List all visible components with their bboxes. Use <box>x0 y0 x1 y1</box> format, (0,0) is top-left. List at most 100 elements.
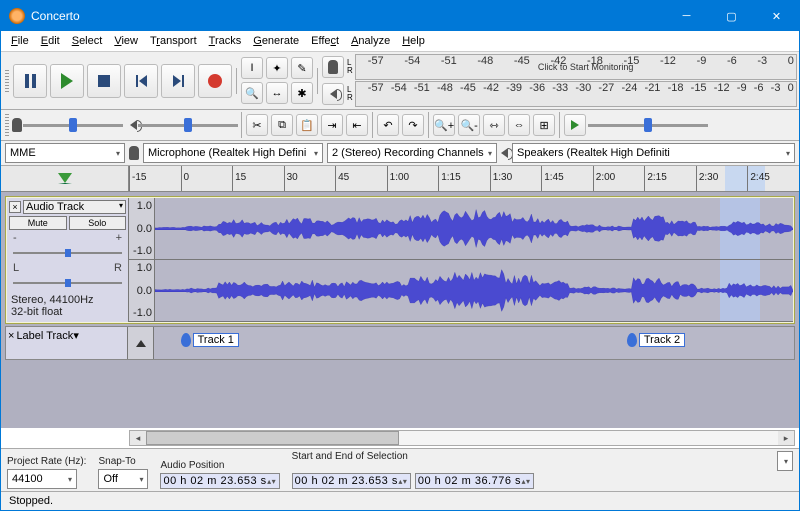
minimize-button[interactable]: ─ <box>664 1 709 31</box>
play-button[interactable] <box>50 64 84 98</box>
track-menu[interactable]: Label Track▾ <box>16 329 78 342</box>
skip-start-button[interactable] <box>124 64 158 98</box>
label-marker[interactable]: Track 1 <box>181 333 239 347</box>
recording-volume-slider[interactable] <box>23 117 123 133</box>
zoom-out-button[interactable]: 🔍- <box>458 114 480 136</box>
menu-transport[interactable]: Transport <box>144 33 203 49</box>
silence-button[interactable]: ⇤ <box>346 114 368 136</box>
timeline-tick: 1:45 <box>541 166 593 191</box>
mic-icon <box>12 118 22 132</box>
timeline-tick: 1:00 <box>387 166 439 191</box>
play-at-speed-button[interactable] <box>564 114 586 136</box>
audio-position-field[interactable]: 00 h 02 m 23.653 s▴▾ <box>160 473 279 489</box>
selection-label: Start and End of Selection <box>292 451 408 471</box>
skip-end-button[interactable] <box>161 64 195 98</box>
label-marker[interactable]: Track 2 <box>627 333 685 347</box>
playback-meter[interactable]: -57-54-51-48-45-42-39-36-33-30-27-24-21-… <box>355 81 797 107</box>
zoom-toggle-button[interactable]: ⊞ <box>533 114 555 136</box>
rec-meter-icon[interactable] <box>322 56 344 78</box>
menu-edit[interactable]: Edit <box>35 33 66 49</box>
track-close-button[interactable]: × <box>9 201 21 213</box>
timeline-tick: 1:15 <box>438 166 490 191</box>
undo-button[interactable]: ↶ <box>377 114 399 136</box>
selection-start-field[interactable]: 00 h 02 m 23.653 s▴▾ <box>292 473 411 489</box>
close-button[interactable]: ✕ <box>754 1 799 31</box>
app-icon <box>9 8 25 24</box>
zoom-tool[interactable]: 🔍 <box>241 82 263 104</box>
paste-button[interactable]: 📋 <box>296 114 318 136</box>
recording-device-combo[interactable]: Microphone (Realtek High Defini▾ <box>143 143 323 163</box>
menu-help[interactable]: Help <box>396 33 431 49</box>
timeshift-tool[interactable]: ↔ <box>266 82 288 104</box>
playback-volume-slider[interactable] <box>138 117 238 133</box>
copy-button[interactable]: ⧉ <box>271 114 293 136</box>
recording-meter[interactable]: -57-54-51-48-45-42 Click to Start Monito… <box>355 54 797 80</box>
menu-analyze[interactable]: Analyze <box>345 33 396 49</box>
timeline-tick: 2:15 <box>644 166 696 191</box>
playback-speed-slider[interactable] <box>588 117 708 133</box>
waveform-right[interactable]: 1.00.0-1.0 <box>129 260 793 322</box>
mic-icon <box>129 146 139 160</box>
timeline-tick: 2:30 <box>696 166 748 191</box>
label-pin-icon <box>627 333 637 347</box>
scroll-left-button[interactable]: ◂ <box>130 433 146 444</box>
timeline[interactable]: -1501530451:001:151:301:452:002:152:302:… <box>1 166 799 192</box>
track-menu[interactable]: Audio Track▾ <box>23 200 126 214</box>
fit-selection-button[interactable]: ⇿ <box>483 114 505 136</box>
track-close-button[interactable]: × <box>8 330 14 342</box>
waveform-left[interactable]: 1.00.0-1.0 <box>129 198 793 260</box>
cut-button[interactable]: ✂ <box>246 114 268 136</box>
project-rate-combo[interactable]: 44100▾ <box>7 469 77 489</box>
gain-slider[interactable] <box>13 247 122 259</box>
solo-button[interactable]: Solo <box>69 216 127 230</box>
titlebar: Concerto ─ ▢ ✕ <box>1 1 799 31</box>
redo-button[interactable]: ↷ <box>402 114 424 136</box>
selection-mode-combo[interactable]: ▾ <box>777 451 793 471</box>
pause-button[interactable] <box>13 64 47 98</box>
mixer-toolbar: ✂ ⧉ 📋 ⇥ ⇤ ↶ ↷ 🔍+ 🔍- ⇿ ⇔ ⊞ <box>1 110 799 141</box>
menu-generate[interactable]: Generate <box>247 33 305 49</box>
pan-slider[interactable] <box>13 277 122 289</box>
selection-end-field[interactable]: 00 h 02 m 36.776 s▴▾ <box>415 473 534 489</box>
amplitude-scale: 1.00.0-1.0 <box>129 260 155 321</box>
record-button[interactable] <box>198 64 232 98</box>
amplitude-scale: 1.00.0-1.0 <box>129 198 155 259</box>
rec-meter-lr: LR <box>347 59 353 75</box>
snap-to-combo[interactable]: Off▾ <box>98 469 148 489</box>
selection-tool[interactable]: I <box>241 57 263 79</box>
fit-project-button[interactable]: ⇔ <box>508 114 530 136</box>
maximize-button[interactable]: ▢ <box>709 1 754 31</box>
multi-tool[interactable]: ✱ <box>291 82 313 104</box>
audio-host-combo[interactable]: MME▾ <box>5 143 125 163</box>
label-track-panel: × Label Track▾ <box>6 327 128 359</box>
audio-position-label: Audio Position <box>160 460 279 471</box>
label-pin-icon <box>181 333 191 347</box>
timeline-tick: 45 <box>335 166 387 191</box>
toolbar-grip[interactable] <box>5 70 9 92</box>
mute-button[interactable]: Mute <box>9 216 67 230</box>
draw-tool[interactable]: ✎ <box>291 57 313 79</box>
play-meter-icon[interactable] <box>322 83 344 105</box>
menu-select[interactable]: Select <box>66 33 109 49</box>
horizontal-scrollbar[interactable]: ◂ ▸ <box>129 430 795 446</box>
menu-view[interactable]: View <box>108 33 144 49</box>
status-bar: Stopped. <box>1 491 799 510</box>
menu-tracks[interactable]: Tracks <box>203 33 248 49</box>
audio-track-wrap: × Audio Track▾ Mute Solo -+ LR Stereo, 4… <box>5 196 795 324</box>
label-collapse-button[interactable] <box>128 327 154 359</box>
zoom-in-button[interactable]: 🔍+ <box>433 114 455 136</box>
timeline-head[interactable] <box>1 166 129 191</box>
stop-button[interactable] <box>87 64 121 98</box>
menu-effect[interactable]: Effect <box>305 33 345 49</box>
menu-file[interactable]: File <box>5 33 35 49</box>
timeline-ruler[interactable]: -1501530451:001:151:301:452:002:152:302:… <box>129 166 799 191</box>
toolbar-grip[interactable] <box>5 114 9 136</box>
selection-toolbar: Project Rate (Hz): 44100▾ Snap-To Off▾ A… <box>1 448 799 491</box>
scroll-thumb[interactable] <box>146 431 399 445</box>
envelope-tool[interactable]: ✦ <box>266 57 288 79</box>
recording-channels-combo[interactable]: 2 (Stereo) Recording Channels▾ <box>327 143 497 163</box>
scroll-right-button[interactable]: ▸ <box>778 433 794 444</box>
trim-button[interactable]: ⇥ <box>321 114 343 136</box>
label-track-body[interactable]: Track 1 Track 2 <box>128 327 794 359</box>
playback-device-combo[interactable]: Speakers (Realtek High Definiti▾ <box>512 143 795 163</box>
